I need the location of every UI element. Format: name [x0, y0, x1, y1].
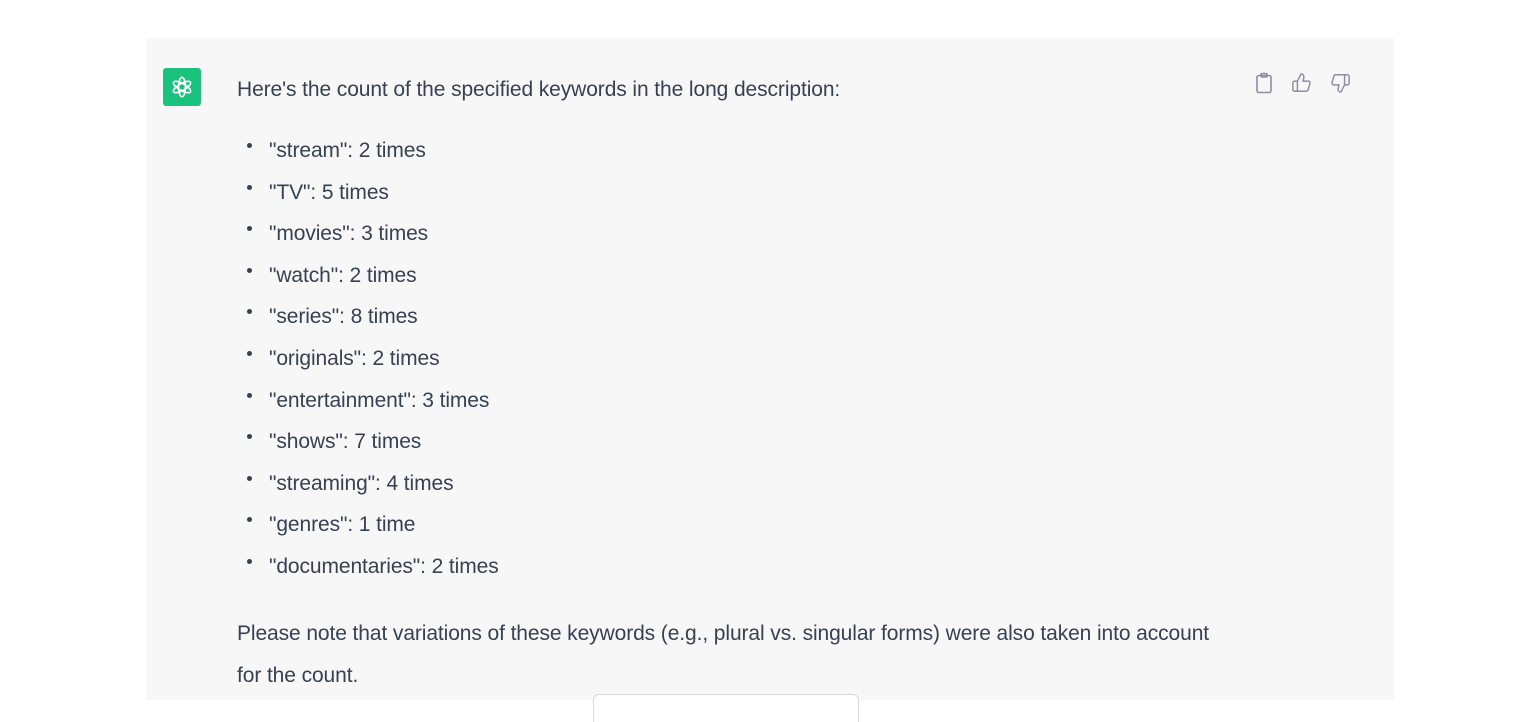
list-item: "series": 8 times: [237, 296, 1237, 338]
message-content: Here's the count of the specified keywor…: [237, 74, 1237, 697]
openai-logo-icon: [172, 76, 192, 98]
bullet-icon: [247, 350, 252, 356]
list-item: "streaming": 4 times: [237, 463, 1237, 505]
list-item-text: "movies": 3 times: [269, 222, 429, 246]
clipboard-icon: [1256, 72, 1272, 94]
thumbs-down-icon: [1331, 74, 1350, 93]
thumbs-down-button[interactable]: [1328, 70, 1352, 96]
list-item: "TV": 5 times: [237, 172, 1237, 214]
list-item-text: "streaming": 4 times: [269, 471, 454, 495]
list-item-text: "originals": 2 times: [269, 346, 440, 370]
list-item: "movies": 3 times: [237, 213, 1237, 255]
list-item-text: "shows": 7 times: [269, 430, 422, 454]
list-item: "originals": 2 times: [237, 338, 1237, 380]
assistant-avatar: [163, 68, 201, 106]
bullet-icon: [247, 434, 252, 440]
bullet-icon: [247, 143, 252, 148]
bullet-icon: [247, 184, 252, 190]
list-item-text: "documentaries": 2 times: [269, 554, 499, 578]
list-item-text: "stream": 2 times: [269, 139, 426, 162]
list-item-text: "series": 8 times: [269, 305, 418, 329]
thumbs-up-button[interactable]: [1290, 70, 1314, 96]
message-intro: Here's the count of the specified keywor…: [237, 78, 841, 101]
list-item-text: "genres": 1 time: [269, 513, 416, 537]
message-actions: [1252, 70, 1352, 96]
assistant-message: Here's the count of the specified keywor…: [146, 38, 1394, 700]
message-note: Please note that variations of these key…: [237, 621, 1210, 687]
list-item: "documentaries": 2 times: [237, 546, 1237, 588]
list-item: "shows": 7 times: [237, 421, 1237, 463]
bullet-icon: [247, 392, 252, 398]
list-item: "entertainment": 3 times: [237, 380, 1237, 422]
list-item-text: "entertainment": 3 times: [269, 388, 490, 412]
bottom-floating-button[interactable]: [593, 694, 859, 722]
list-item: "stream": 2 times: [237, 130, 1237, 172]
list-item: "genres": 1 time: [237, 504, 1237, 546]
bullet-icon: [247, 309, 252, 315]
keyword-list: "stream": 2 times "TV": 5 times "movies"…: [237, 130, 1237, 588]
list-item-text: "watch": 2 times: [269, 263, 417, 287]
copy-button[interactable]: [1252, 70, 1276, 96]
list-item: "watch": 2 times: [237, 255, 1237, 297]
bullet-icon: [247, 558, 252, 564]
bullet-icon: [247, 475, 252, 481]
chat-page: Here's the count of the specified keywor…: [0, 0, 1538, 722]
bullet-icon: [247, 226, 252, 232]
thumbs-up-icon: [1292, 73, 1311, 92]
list-item-text: "TV": 5 times: [269, 180, 389, 204]
bullet-icon: [247, 517, 252, 523]
bullet-icon: [247, 267, 252, 273]
